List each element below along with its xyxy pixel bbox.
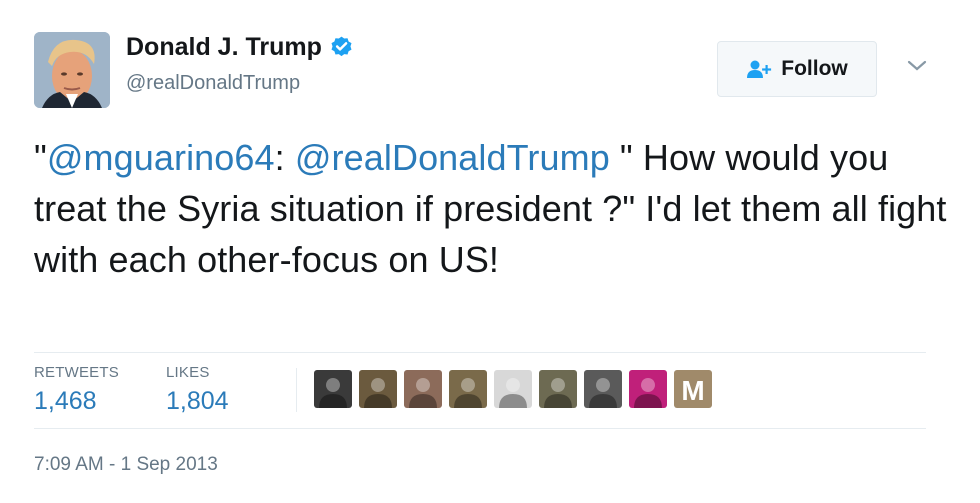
follow-button-label: Follow <box>781 57 848 80</box>
chevron-down-icon[interactable] <box>906 58 928 74</box>
author-avatar[interactable] <box>34 32 110 108</box>
user-avatar-icon <box>359 370 397 408</box>
author-name-text: Donald J. Trump <box>126 33 322 61</box>
liker-avatar[interactable] <box>584 370 622 408</box>
liker-avatar[interactable] <box>629 370 667 408</box>
tweet-colon: : <box>274 137 295 178</box>
user-avatar-icon <box>314 370 352 408</box>
divider <box>34 352 926 353</box>
stats-separator <box>296 368 297 412</box>
user-avatar-icon <box>494 370 532 408</box>
follow-button[interactable]: Follow <box>717 41 877 97</box>
liker-avatar[interactable] <box>404 370 442 408</box>
liker-avatars: M <box>314 370 719 408</box>
user-avatar-icon: M <box>674 370 712 408</box>
likes-label: LIKES <box>166 364 210 381</box>
profile-photo-icon <box>34 32 110 108</box>
likes-count: 1,804 <box>166 387 229 415</box>
liker-avatar[interactable] <box>314 370 352 408</box>
author-name[interactable]: Donald J. Trump <box>126 33 354 62</box>
author-handle[interactable]: @realDonaldTrump <box>126 72 300 95</box>
retweets-stat[interactable]: RETWEETS 1,468 <box>34 364 119 416</box>
user-avatar-icon <box>449 370 487 408</box>
user-avatar-icon <box>539 370 577 408</box>
user-avatar-icon <box>629 370 667 408</box>
verified-badge-icon <box>331 36 352 57</box>
liker-avatar[interactable] <box>359 370 397 408</box>
tweet-text: "@mguarino64: @realDonaldTrump " How wou… <box>34 132 954 285</box>
liker-avatar[interactable] <box>494 370 532 408</box>
mention-link[interactable]: @realDonaldTrump <box>295 137 610 178</box>
likes-stat[interactable]: LIKES 1,804 <box>166 364 229 416</box>
mention-link[interactable]: @mguarino64 <box>47 137 275 178</box>
liker-avatar[interactable] <box>539 370 577 408</box>
tweet-timestamp[interactable]: 7:09 AM - 1 Sep 2013 <box>34 454 218 476</box>
retweets-count: 1,468 <box>34 387 97 415</box>
tweet-quote-open: " <box>34 137 47 178</box>
user-avatar-icon <box>404 370 442 408</box>
user-avatar-icon <box>584 370 622 408</box>
liker-avatar[interactable]: M <box>674 370 712 408</box>
divider <box>34 428 926 429</box>
avatar-letter: M <box>681 375 704 406</box>
add-user-icon <box>747 60 772 78</box>
liker-avatar[interactable] <box>449 370 487 408</box>
retweets-label: RETWEETS <box>34 364 119 381</box>
